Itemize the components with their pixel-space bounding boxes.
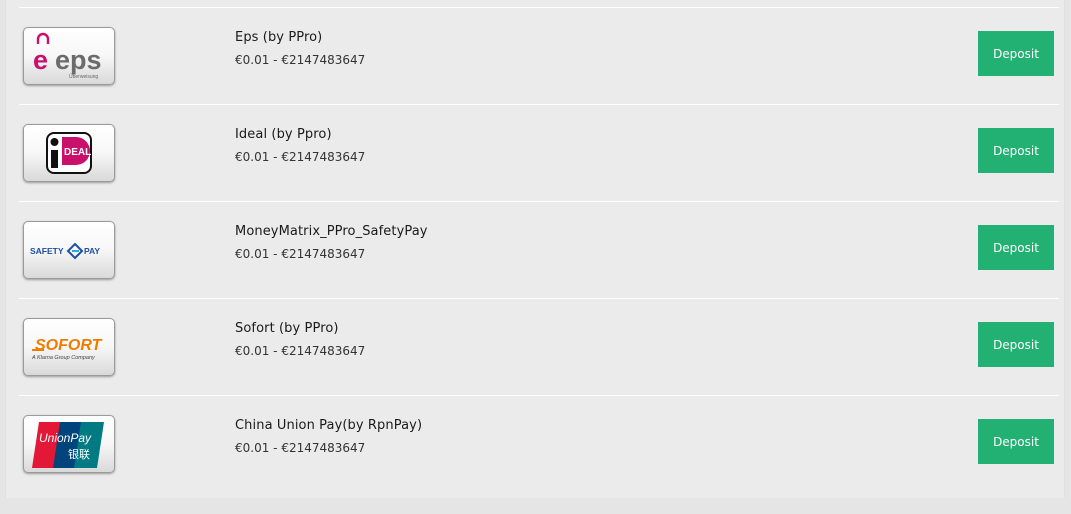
method-name: Ideal (by Ppro) [235, 127, 332, 142]
method-name: MoneyMatrix_PPro_SafetyPay [235, 224, 428, 239]
ideal-logo: DEAL [23, 124, 115, 182]
svg-text:PAY: PAY [84, 246, 100, 256]
deposit-button[interactable]: Deposit [978, 322, 1054, 367]
svg-text:DEAL: DEAL [64, 147, 91, 158]
eps-logo: e eps Überweisung [23, 27, 115, 85]
payment-method-row-safetypay: SAFETY PAY MoneyMatrix_PPro_SafetyPay €0… [19, 201, 1059, 298]
payment-methods-panel: e eps Überweisung Eps (by PPro) €0.01 - … [5, 0, 1065, 498]
unionpay-logo: UnionPay 银联 [23, 415, 115, 473]
svg-text:e: e [33, 45, 48, 75]
payment-method-row-sofort: SOFORT A Klarna Group Company Sofort (by… [19, 298, 1059, 395]
svg-text:eps: eps [55, 45, 102, 75]
deposit-button[interactable]: Deposit [978, 128, 1054, 173]
deposit-range: €0.01 - €2147483647 [235, 53, 366, 67]
safetypay-logo: SAFETY PAY [23, 221, 115, 279]
svg-text:Überweisung: Überweisung [69, 73, 98, 80]
sofort-logo: SOFORT A Klarna Group Company [23, 318, 115, 376]
deposit-button[interactable]: Deposit [978, 419, 1054, 464]
svg-text:A Klarna Group Company: A Klarna Group Company [31, 355, 96, 361]
method-name: Sofort (by PPro) [235, 321, 339, 336]
svg-text:SAFETY: SAFETY [30, 246, 64, 256]
payment-method-row-unionpay: UnionPay 银联 China Union Pay(by RpnPay) €… [19, 395, 1059, 492]
method-name: Eps (by PPro) [235, 30, 323, 45]
payment-method-row-eps: e eps Überweisung Eps (by PPro) €0.01 - … [19, 7, 1059, 104]
deposit-button[interactable]: Deposit [978, 225, 1054, 270]
method-name: China Union Pay(by RpnPay) [235, 418, 423, 433]
deposit-range: €0.01 - €2147483647 [235, 150, 366, 164]
deposit-range: €0.01 - €2147483647 [235, 247, 366, 261]
payment-method-row-ideal: DEAL Ideal (by Ppro) €0.01 - €2147483647… [19, 104, 1059, 201]
deposit-button[interactable]: Deposit [978, 31, 1054, 76]
deposit-range: €0.01 - €2147483647 [235, 441, 366, 455]
svg-text:SOFORT: SOFORT [35, 337, 103, 354]
deposit-range: €0.01 - €2147483647 [235, 344, 366, 358]
svg-text:UnionPay: UnionPay [39, 431, 92, 445]
svg-text:银联: 银联 [68, 447, 90, 461]
